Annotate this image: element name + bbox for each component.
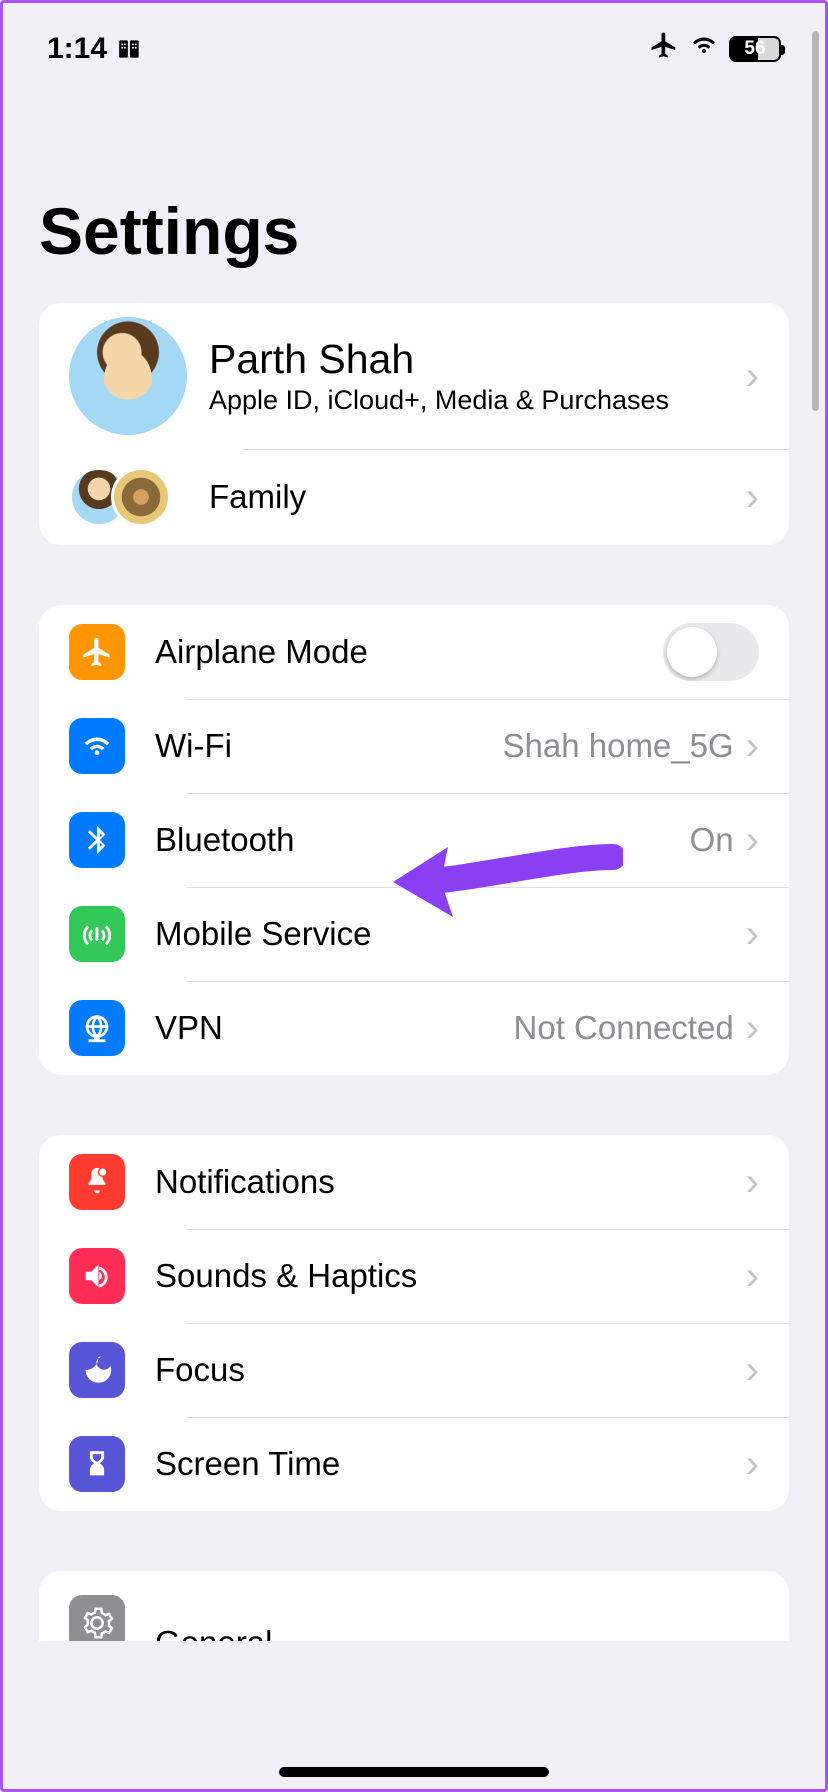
status-time: 1:14: [47, 32, 107, 66]
battery-status-icon: 56: [729, 36, 781, 62]
airplane-label: Airplane Mode: [155, 633, 663, 671]
airplane-icon: [69, 624, 125, 680]
notifications-label: Notifications: [155, 1163, 746, 1201]
mobile-label: Mobile Service: [155, 915, 746, 953]
status-right: 56: [649, 30, 781, 68]
chevron-right-icon: ›: [746, 354, 759, 399]
sounds-label: Sounds & Haptics: [155, 1257, 746, 1295]
profile-text: Parth Shah Apple ID, iCloud+, Media & Pu…: [209, 336, 746, 416]
focus-row[interactable]: Focus ›: [39, 1323, 789, 1417]
family-avatar-2: [111, 467, 171, 527]
vpn-row[interactable]: VPN Not Connected ›: [39, 981, 789, 1075]
user-avatar: [69, 317, 187, 435]
screen-time-icon: [69, 1436, 125, 1492]
status-bar: 1:14 56: [3, 3, 825, 73]
wifi-row[interactable]: Wi-Fi Shah home_5G ›: [39, 699, 789, 793]
wifi-label: Wi-Fi: [155, 727, 503, 765]
vpn-label: VPN: [155, 1009, 514, 1047]
personalization-group: Notifications › Sounds & Haptics › Focus…: [39, 1135, 789, 1511]
notifications-icon: [69, 1154, 125, 1210]
airplane-status-icon: [649, 30, 679, 68]
bluetooth-value: On: [690, 821, 734, 859]
mobile-service-row[interactable]: Mobile Service ›: [39, 887, 789, 981]
chevron-right-icon: ›: [746, 1006, 759, 1051]
chevron-right-icon: ›: [746, 912, 759, 957]
scroll-indicator[interactable]: [812, 31, 819, 411]
sounds-row[interactable]: Sounds & Haptics ›: [39, 1229, 789, 1323]
airplane-toggle[interactable]: [663, 623, 759, 681]
apple-id-row[interactable]: Parth Shah Apple ID, iCloud+, Media & Pu…: [39, 303, 789, 449]
profile-subtitle: Apple ID, iCloud+, Media & Purchases: [209, 385, 746, 416]
chevron-right-icon: ›: [746, 1254, 759, 1299]
page-title: Settings: [3, 73, 825, 303]
family-label: Family: [209, 478, 746, 516]
status-left: 1:14: [47, 32, 143, 66]
general-label: General: [155, 1626, 759, 1641]
chevron-right-icon: ›: [746, 818, 759, 863]
bluetooth-row[interactable]: Bluetooth On ›: [39, 793, 789, 887]
wifi-value: Shah home_5G: [503, 727, 734, 765]
general-icon: [69, 1595, 125, 1641]
connectivity-group: Airplane Mode Wi-Fi Shah home_5G › Bluet…: [39, 605, 789, 1075]
bluetooth-icon: [69, 812, 125, 868]
cellular-icon: [69, 906, 125, 962]
chevron-right-icon: ›: [746, 724, 759, 769]
notifications-row[interactable]: Notifications ›: [39, 1135, 789, 1229]
home-indicator[interactable]: [279, 1767, 549, 1777]
screen-time-row[interactable]: Screen Time ›: [39, 1417, 789, 1511]
airplane-mode-row[interactable]: Airplane Mode: [39, 605, 789, 699]
chevron-right-icon: ›: [746, 1442, 759, 1487]
profile-name: Parth Shah: [209, 336, 746, 383]
focus-icon: [69, 1342, 125, 1398]
profile-group: Parth Shah Apple ID, iCloud+, Media & Pu…: [39, 303, 789, 545]
vpn-icon: [69, 1000, 125, 1056]
family-avatars: [69, 467, 187, 527]
chevron-right-icon: ›: [746, 1348, 759, 1393]
screen-time-label: Screen Time: [155, 1445, 746, 1483]
chevron-right-icon: ›: [746, 1160, 759, 1205]
vpn-value: Not Connected: [514, 1009, 734, 1047]
chevron-right-icon: ›: [746, 475, 759, 520]
wifi-icon: [69, 718, 125, 774]
family-row[interactable]: Family ›: [39, 449, 789, 545]
bluetooth-label: Bluetooth: [155, 821, 690, 859]
battery-level: 56: [744, 38, 765, 60]
focus-label: Focus: [155, 1351, 746, 1389]
system-group: General: [39, 1571, 789, 1641]
sounds-icon: [69, 1248, 125, 1304]
wifi-status-icon: [689, 30, 719, 68]
general-row[interactable]: General: [39, 1571, 789, 1641]
keyboard-icon: [117, 36, 143, 62]
